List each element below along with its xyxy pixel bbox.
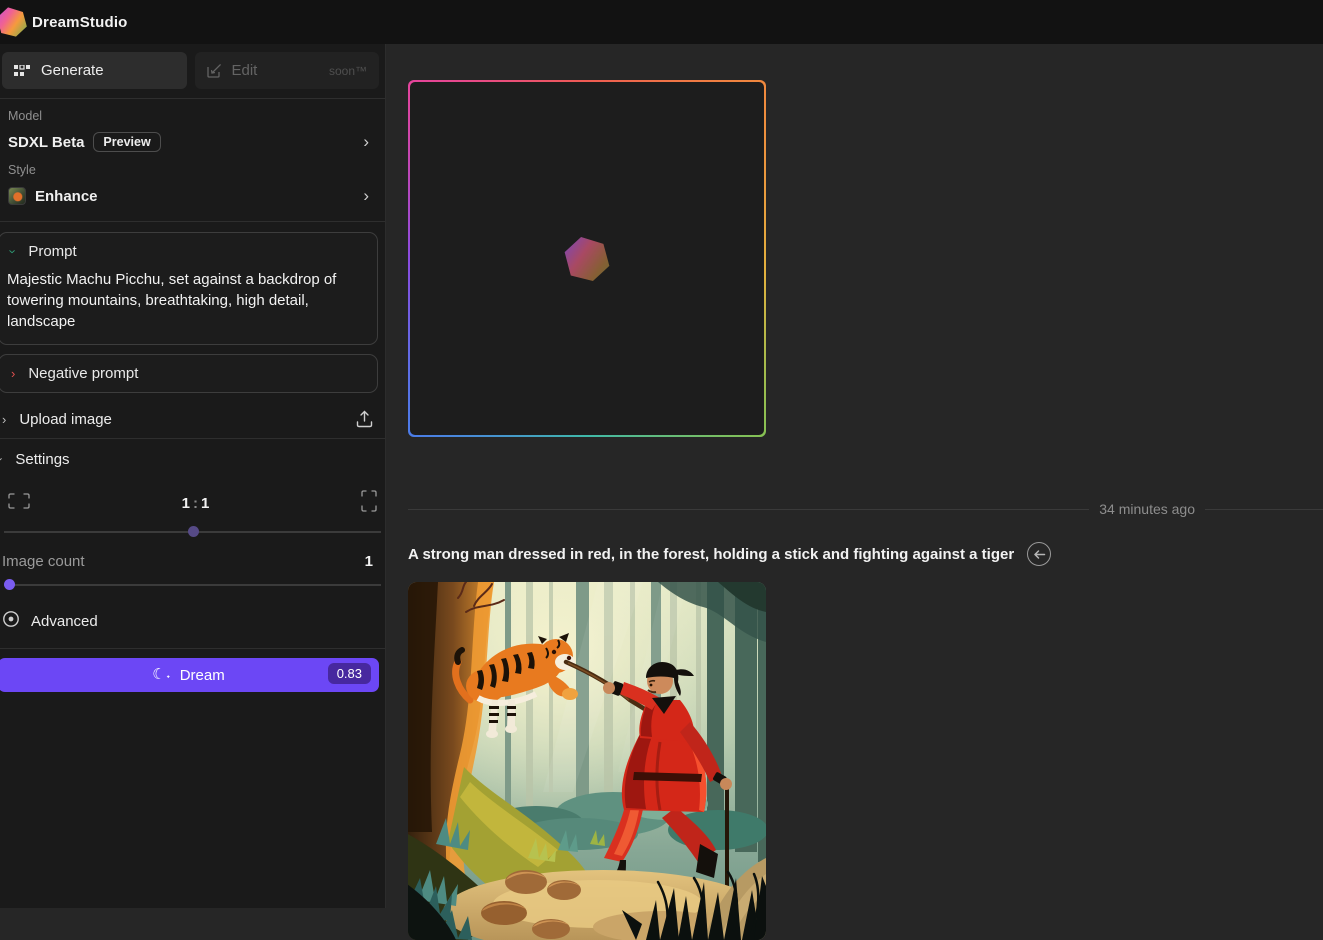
pending-generation-inner (410, 82, 764, 435)
loading-hexagon-icon (564, 235, 610, 283)
mode-tabs: Generate Edit soon™ (0, 44, 385, 99)
settings-header[interactable]: › Settings (0, 439, 385, 474)
crescent-moon-icon: ☾˖ (152, 665, 170, 683)
main-canvas: 34 minutes ago A strong man dressed in r… (387, 44, 1323, 908)
model-value: SDXL Beta (8, 134, 84, 151)
divider-line (1205, 509, 1323, 510)
negative-prompt-title: Negative prompt (28, 365, 138, 382)
style-thumbnail-icon (8, 187, 26, 205)
chevron-right-icon: › (363, 132, 377, 152)
style-selector[interactable]: Enhance › (8, 183, 377, 209)
tab-generate-label: Generate (41, 62, 104, 79)
chevron-down-icon: › (6, 249, 21, 253)
divider (0, 648, 385, 649)
divider (0, 221, 385, 222)
history-prompt-row: A strong man dressed in red, in the fore… (408, 542, 1308, 566)
image-count-row: Image count 1 (0, 539, 385, 570)
chevron-down-icon: › (0, 457, 8, 461)
sidebar: Generate Edit soon™ Model SDXL Beta Prev… (0, 44, 386, 908)
dreamstudio-logo-icon (0, 6, 27, 38)
model-selector[interactable]: SDXL Beta Preview › (8, 129, 377, 155)
divider-line (408, 509, 1089, 510)
tab-edit[interactable]: Edit soon™ (195, 52, 380, 89)
tab-generate[interactable]: Generate (2, 52, 187, 89)
eye-icon (2, 610, 20, 632)
aspect-ratio-value: 1:1 (30, 495, 361, 512)
style-section: Style Enhance › (0, 159, 385, 213)
portrait-crop-icon (361, 490, 377, 517)
app-title: DreamStudio (32, 14, 128, 31)
prompt-title: Prompt (28, 243, 76, 260)
slider-track[interactable] (4, 584, 381, 586)
advanced-label: Advanced (31, 613, 98, 630)
model-preview-badge: Preview (93, 132, 160, 152)
top-bar: DreamStudio (0, 0, 1323, 44)
upload-image-label: Upload image (19, 411, 112, 428)
chevron-right-icon: › (11, 366, 15, 381)
pending-generation-card (408, 80, 766, 437)
credits-badge: 0.83 (328, 663, 371, 684)
chevron-right-icon: › (2, 412, 6, 427)
aspect-ratio-row: 1:1 (0, 474, 385, 517)
generated-image[interactable] (408, 582, 766, 940)
slider-thumb[interactable] (188, 526, 199, 537)
prompt-panel[interactable]: › Prompt Majestic Machu Picchu, set agai… (0, 232, 378, 345)
prompt-header[interactable]: › Prompt (7, 243, 369, 260)
image-count-label: Image count (2, 553, 85, 570)
history-divider: 34 minutes ago (408, 501, 1323, 517)
dream-button[interactable]: ☾˖ Dream 0.83 (0, 658, 379, 692)
image-count-value: 1 (365, 553, 377, 570)
dream-button-label: Dream (180, 667, 225, 684)
negative-prompt-panel[interactable]: › Negative prompt (0, 354, 378, 393)
upload-icon[interactable] (356, 410, 377, 428)
slider-thumb[interactable] (4, 579, 15, 590)
aspect-ratio-slider[interactable] (4, 525, 381, 539)
model-label: Model (8, 109, 377, 123)
upload-image-row[interactable]: › Upload image (0, 400, 385, 439)
grid-icon (14, 65, 31, 77)
landscape-crop-icon (8, 493, 30, 514)
history-timestamp: 34 minutes ago (1089, 501, 1205, 517)
pencil-square-icon (207, 63, 222, 78)
style-value: Enhance (35, 188, 98, 205)
style-label: Style (8, 163, 377, 177)
arrow-left-circle-icon[interactable] (1027, 542, 1051, 566)
prompt-input[interactable]: Majestic Machu Picchu, set against a bac… (7, 269, 369, 332)
advanced-row[interactable]: Advanced (0, 592, 385, 648)
model-section: Model SDXL Beta Preview › (0, 99, 385, 159)
chevron-right-icon: › (363, 186, 377, 206)
image-count-slider[interactable] (4, 578, 381, 592)
tab-edit-label: Edit (232, 62, 258, 79)
settings-label: Settings (15, 451, 69, 468)
negative-prompt-header[interactable]: › Negative prompt (7, 365, 369, 382)
history-prompt-text: A strong man dressed in red, in the fore… (408, 546, 1014, 563)
tab-edit-soon-badge: soon™ (329, 64, 367, 78)
